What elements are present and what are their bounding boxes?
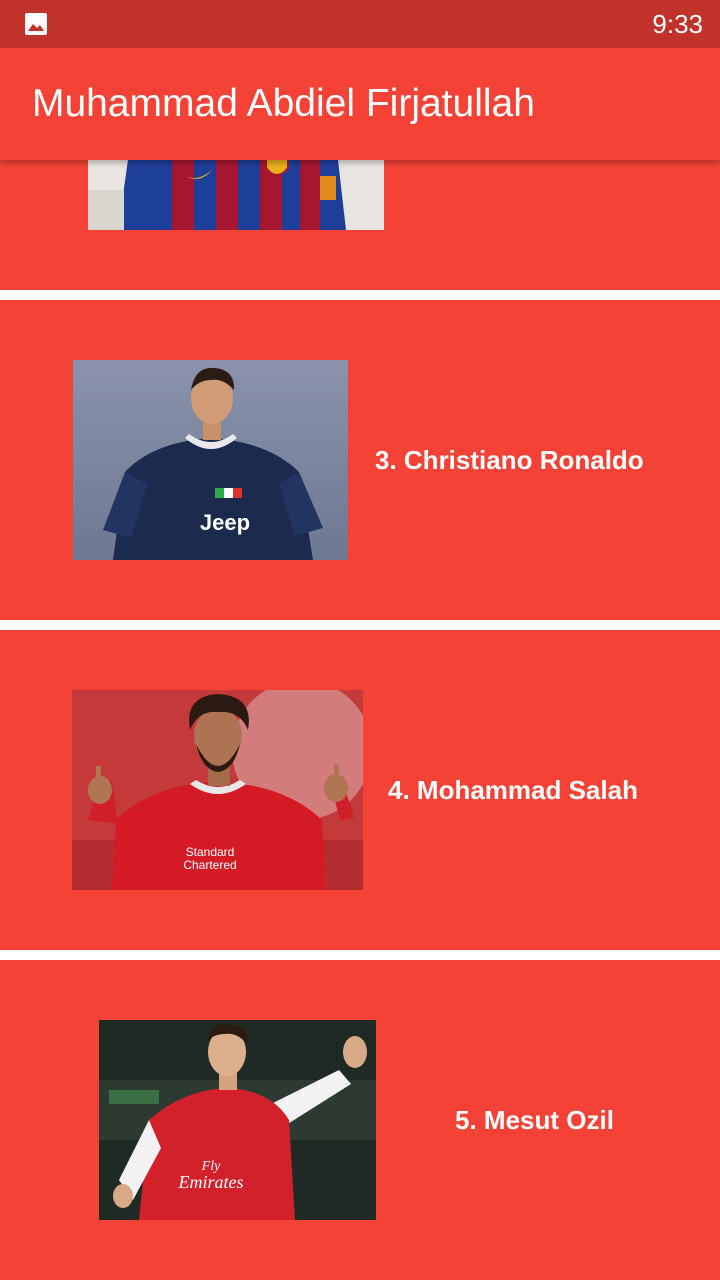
- player-name: 3. Christiano Ronaldo: [375, 445, 644, 475]
- player-photo: Fly Emirates: [99, 1020, 376, 1220]
- status-clock: 9:33: [652, 9, 703, 39]
- player-card[interactable]: Standard Chartered 4. Mohammad Salah: [0, 630, 720, 950]
- app-title: Muhammad Abdiel Firjatullah: [32, 82, 535, 125]
- svg-text:Chartered: Chartered: [183, 858, 236, 872]
- player-photo: Standard Chartered: [72, 690, 363, 890]
- player-card[interactable]: Jeep 3. Christiano Ronaldo: [0, 300, 720, 620]
- gallery-icon: [25, 13, 47, 35]
- svg-text:Standard: Standard: [186, 845, 235, 859]
- player-list[interactable]: Jeep 3. Christiano Ronaldo Standard Char…: [0, 0, 720, 1280]
- svg-text:Emirates: Emirates: [178, 1172, 244, 1192]
- svg-text:Jeep: Jeep: [200, 510, 250, 535]
- player-name: 5. Mesut Ozil: [455, 1105, 614, 1135]
- app-screen: Jeep 3. Christiano Ronaldo Standard Char…: [0, 0, 720, 1280]
- status-bar: 9:33: [0, 0, 720, 48]
- app-bar: Muhammad Abdiel Firjatullah: [0, 48, 720, 160]
- player-photo: Jeep: [73, 360, 348, 560]
- player-card[interactable]: Fly Emirates 5. Mesut Ozil: [0, 960, 720, 1280]
- player-name: 4. Mohammad Salah: [388, 775, 638, 805]
